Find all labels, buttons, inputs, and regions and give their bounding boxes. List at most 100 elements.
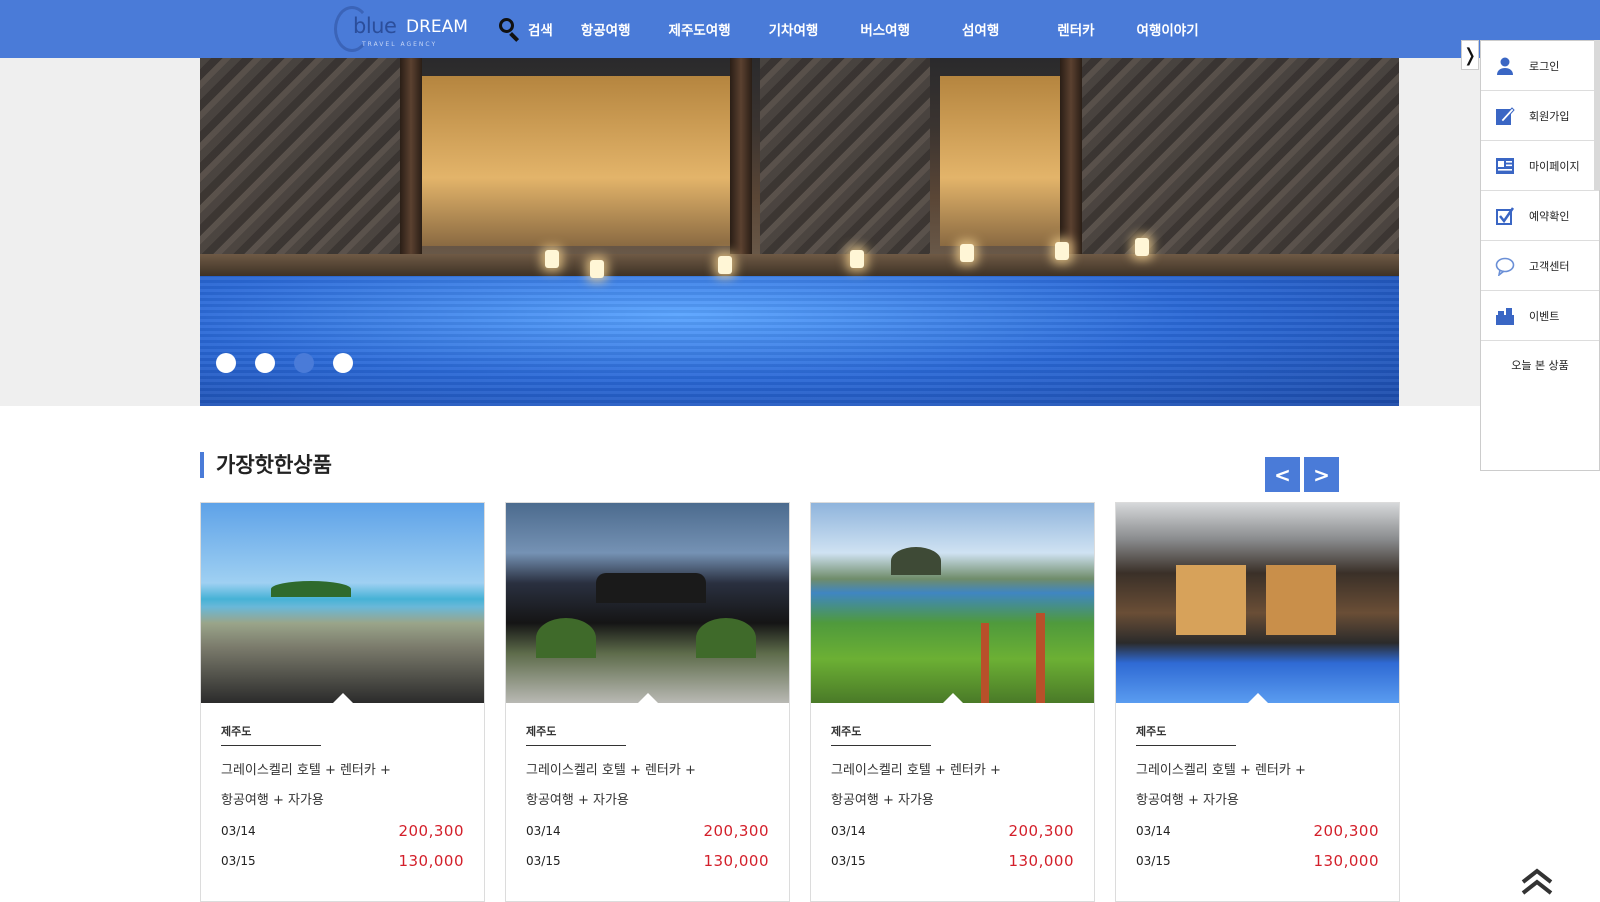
logo-tagline: TRAVEL AGENCY bbox=[362, 41, 438, 48]
quick-mypage-label: 마이페이지 bbox=[1529, 159, 1580, 173]
hero-stone-wall-center bbox=[760, 58, 930, 268]
gift-icon bbox=[1496, 307, 1514, 325]
brand-logo[interactable]: blue DREAM TRAVEL AGENCY bbox=[334, 4, 474, 54]
quick-customer-center[interactable]: 고객센터 bbox=[1481, 241, 1599, 291]
section-title: 가장핫한상품 bbox=[200, 452, 332, 478]
quick-customer-center-label: 고객센터 bbox=[1529, 259, 1570, 273]
hero-pillar bbox=[730, 58, 752, 273]
product-image-hotel-entrance bbox=[506, 503, 789, 703]
product-desc-line2: 항공여행 + 자가용 bbox=[831, 793, 934, 808]
logo-text-blue: blue bbox=[353, 14, 397, 38]
product-desc-line1: 그레이스켈리 호텔 + 렌터카 + bbox=[526, 763, 696, 778]
nav-item-jeju-travel[interactable]: 제주도여행 bbox=[669, 19, 731, 39]
quick-login-label: 로그인 bbox=[1529, 59, 1560, 73]
product-desc-line1: 그레이스켈리 호텔 + 렌터카 + bbox=[831, 763, 1001, 778]
hero-pillar bbox=[400, 58, 422, 273]
hero-deck bbox=[200, 254, 1399, 276]
product-date: 03/15 bbox=[1136, 854, 1171, 868]
quick-signup[interactable]: 회원가입 bbox=[1481, 91, 1599, 141]
product-price: 130,000 bbox=[398, 852, 464, 870]
product-desc-line2: 항공여행 + 자가용 bbox=[221, 793, 324, 808]
hero-slider bbox=[200, 58, 1399, 406]
user-icon bbox=[1497, 57, 1513, 75]
top-navigation-bar: blue DREAM TRAVEL AGENCY 검색 항공여행 제주도여행 기… bbox=[0, 0, 1600, 58]
product-card[interactable]: 제주도 그레이스켈리 호텔 + 렌터카 + 항공여행 + 자가용 03/14 20… bbox=[1115, 502, 1400, 902]
quick-menu-toggle[interactable]: ❭ bbox=[1461, 40, 1479, 70]
product-desc-line2: 항공여행 + 자가용 bbox=[526, 793, 629, 808]
product-list: 제주도 그레이스켈리 호텔 + 렌터카 + 항공여행 + 자가용 03/14 20… bbox=[200, 502, 1400, 902]
check-icon bbox=[1496, 206, 1515, 225]
product-desc-line1: 그레이스켈리 호텔 + 렌터카 + bbox=[1136, 763, 1306, 778]
product-price: 200,300 bbox=[703, 822, 769, 840]
product-price: 130,000 bbox=[1008, 852, 1074, 870]
nav-item-island-travel[interactable]: 섬여행 bbox=[962, 19, 999, 39]
scroll-to-top-icon[interactable] bbox=[1520, 868, 1554, 896]
nav-item-bus-travel[interactable]: 버스여행 bbox=[860, 19, 910, 39]
nav-item-travel-stories[interactable]: 여행이야기 bbox=[1137, 19, 1199, 39]
hero-room-left bbox=[410, 76, 730, 246]
candle-light bbox=[850, 250, 864, 268]
hero-stone-wall-right bbox=[1080, 58, 1399, 268]
product-desc-line2: 항공여행 + 자가용 bbox=[1136, 793, 1239, 808]
nav-search[interactable]: 검색 bbox=[498, 17, 553, 42]
product-price: 200,300 bbox=[1008, 822, 1074, 840]
candle-light bbox=[960, 244, 974, 262]
quick-reservation-label: 예약확인 bbox=[1529, 209, 1570, 223]
quick-login[interactable]: 로그인 bbox=[1481, 41, 1599, 91]
quick-signup-label: 회원가입 bbox=[1529, 109, 1570, 123]
hero-pool bbox=[200, 276, 1399, 406]
quick-reservation-check[interactable]: 예약확인 bbox=[1481, 191, 1599, 241]
product-date: 03/15 bbox=[831, 854, 866, 868]
hero-stone-wall-left bbox=[200, 58, 400, 268]
hero-dot-1[interactable] bbox=[216, 353, 236, 373]
product-price: 130,000 bbox=[703, 852, 769, 870]
scrollbar[interactable] bbox=[1594, 40, 1600, 190]
product-date: 03/14 bbox=[221, 824, 256, 838]
candle-light bbox=[718, 256, 732, 274]
main-nav: 검색 항공여행 제주도여행 기차여행 버스여행 섬여행 렌터카 여행이야기 bbox=[498, 0, 1199, 58]
hero-dot-2[interactable] bbox=[255, 353, 275, 373]
product-region: 제주도 bbox=[831, 723, 931, 746]
product-date: 03/15 bbox=[221, 854, 256, 868]
product-desc-line1: 그레이스켈리 호텔 + 렌터카 + bbox=[221, 763, 391, 778]
product-image-coastal-trail bbox=[811, 503, 1094, 703]
hero-pillar bbox=[1060, 58, 1082, 273]
product-date: 03/14 bbox=[831, 824, 866, 838]
signup-icon bbox=[1496, 106, 1515, 125]
product-region: 제주도 bbox=[1136, 723, 1236, 746]
product-card[interactable]: 제주도 그레이스켈리 호텔 + 렌터카 + 항공여행 + 자가용 03/14 20… bbox=[810, 502, 1095, 902]
candle-light bbox=[545, 250, 559, 268]
candle-light bbox=[1055, 242, 1069, 260]
carousel-controls: < > bbox=[1265, 457, 1339, 492]
nav-item-air-travel[interactable]: 항공여행 bbox=[581, 19, 631, 39]
quick-event[interactable]: 이벤트 bbox=[1481, 291, 1599, 341]
logo-text-dream: DREAM bbox=[406, 17, 468, 37]
product-date: 03/14 bbox=[1136, 824, 1171, 838]
next-button[interactable]: > bbox=[1304, 457, 1339, 492]
product-card[interactable]: 제주도 그레이스켈리 호텔 + 렌터카 + 항공여행 + 자가용 03/14 20… bbox=[200, 502, 485, 902]
chat-icon bbox=[1495, 257, 1515, 276]
product-region: 제주도 bbox=[221, 723, 321, 746]
quick-mypage[interactable]: 마이페이지 bbox=[1481, 141, 1599, 191]
hero-room-right bbox=[940, 76, 1060, 246]
product-region: 제주도 bbox=[526, 723, 626, 746]
product-price: 130,000 bbox=[1313, 852, 1379, 870]
nav-item-rent-a-car[interactable]: 렌터카 bbox=[1057, 19, 1094, 39]
hero-dot-4[interactable] bbox=[333, 353, 353, 373]
mypage-icon bbox=[1496, 157, 1514, 174]
product-price: 200,300 bbox=[1313, 822, 1379, 840]
product-price: 200,300 bbox=[398, 822, 464, 840]
product-card[interactable]: 제주도 그레이스켈리 호텔 + 렌터카 + 항공여행 + 자가용 03/14 20… bbox=[505, 502, 790, 902]
product-image-jeju-coast bbox=[201, 503, 484, 703]
recently-viewed-label: 오늘 본 상품 bbox=[1511, 359, 1569, 372]
product-date: 03/15 bbox=[526, 854, 561, 868]
nav-item-train-travel[interactable]: 기차여행 bbox=[769, 19, 819, 39]
hero-pagination bbox=[216, 353, 353, 373]
prev-button[interactable]: < bbox=[1265, 457, 1300, 492]
candle-light bbox=[590, 260, 604, 278]
nav-search-label: 검색 bbox=[528, 23, 553, 39]
quick-menu: 로그인 회원가입 마이페이지 예약확인 고객센터 이벤트 오늘 본 상품 bbox=[1480, 40, 1600, 471]
hero-dot-3-active[interactable] bbox=[294, 353, 314, 373]
product-date: 03/14 bbox=[526, 824, 561, 838]
candle-light bbox=[1135, 238, 1149, 256]
